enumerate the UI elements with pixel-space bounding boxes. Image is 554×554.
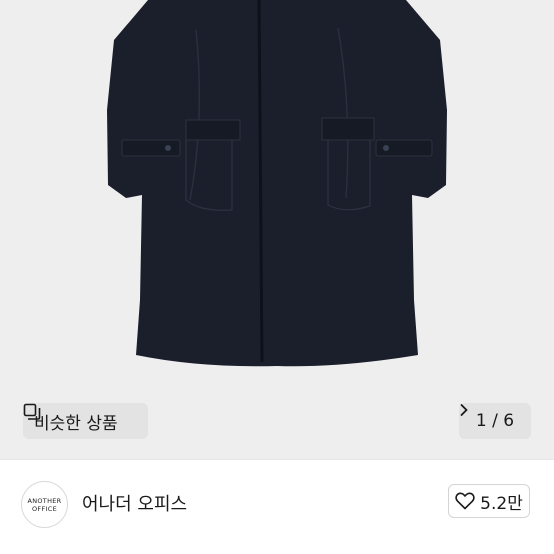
coat-body xyxy=(107,0,447,367)
similar-items-button[interactable]: 비슷한 상품 xyxy=(23,403,148,439)
similar-items-label: 비슷한 상품 xyxy=(34,413,118,434)
shop-logo[interactable]: ANOTHER OFFICE xyxy=(21,481,68,528)
left-pocket-flap xyxy=(185,119,241,141)
chevron-right-icon xyxy=(460,404,468,416)
left-sleeve-tab xyxy=(121,139,181,157)
heart-outline-icon xyxy=(455,492,475,510)
product-image[interactable]: 비슷한 상품 1 / 6 xyxy=(0,0,554,459)
similar-items-icon xyxy=(23,403,41,420)
shop-name[interactable]: 어나더 오피스 xyxy=(82,490,187,516)
image-pager[interactable]: 1 / 6 xyxy=(459,403,531,439)
shop-logo-line2: OFFICE xyxy=(32,504,57,513)
shop-row[interactable]: ANOTHER OFFICE 어나더 오피스 5.2만 xyxy=(0,460,554,554)
like-button[interactable]: 5.2만 xyxy=(448,484,530,518)
like-count: 5.2만 xyxy=(480,493,523,514)
left-tab-button xyxy=(165,145,171,151)
right-tab-button xyxy=(383,145,389,151)
right-pocket-flap xyxy=(321,117,375,141)
coat-illustration xyxy=(107,0,447,367)
pager-text: 1 / 6 xyxy=(475,411,515,431)
shop-logo-line1: ANOTHER xyxy=(27,496,62,505)
